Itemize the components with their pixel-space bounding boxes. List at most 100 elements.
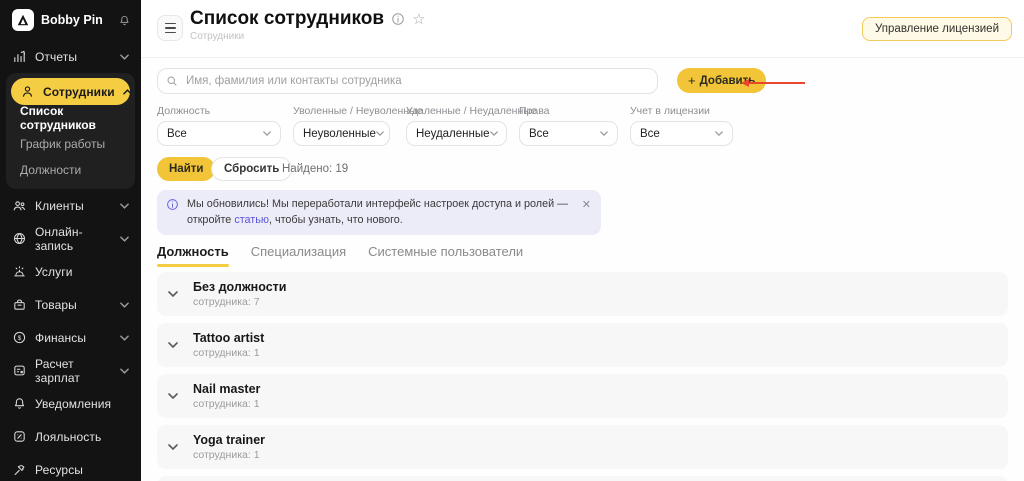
position-title: Yoga trainer [193,433,266,447]
package-icon [12,297,27,312]
sidebar-item-label: Сотрудники [43,84,115,99]
tab-system-users[interactable]: Системные пользователи [368,244,523,267]
filter-label: Уволенные / Неуволенные [293,105,423,117]
sidebar-item-finance[interactable]: $ Финансы [0,321,141,354]
brand-name: Bobby Pin [41,13,103,27]
sidebar-item-label: Услуги [35,264,73,279]
found-count: Найдено: 19 [282,163,349,175]
rights-select[interactable]: Все [519,121,618,146]
search-input[interactable] [157,68,658,94]
position-title: Tattoo artist [193,331,265,345]
chevron-down-icon [489,131,498,136]
chevron-down-icon [120,235,129,242]
sidebar-item-label: Отчеты [35,49,78,64]
filter-dismissed: Уволенные / Неуволенные Неуволенные [293,105,423,146]
info-icon [166,198,179,211]
chevron-down-icon [715,131,723,136]
brand-header: Bobby Pin [0,0,141,40]
calculator-icon [12,363,27,378]
update-banner: Мы обновились! Мы переработали интерфейс… [157,190,601,236]
deleted-select[interactable]: Неудаленные [406,121,507,146]
license-management-button[interactable]: Управление лицензией [862,17,1012,41]
bell-icon [12,396,27,411]
chevron-down-icon [263,131,271,136]
sidebar-item-loyalty[interactable]: Лояльность [0,420,141,453]
sidebar-bell-icon[interactable] [118,14,131,27]
filter-label: Учет в лицензии [630,105,710,117]
list-item-partial[interactable] [157,476,1008,481]
menu-toggle-button[interactable] [157,15,183,41]
find-button[interactable]: Найти [157,157,216,181]
reset-button[interactable]: Сбросить [211,157,293,181]
favorite-star-icon[interactable]: ☆ [412,12,425,27]
service-bell-icon [12,264,27,279]
sidebar-item-label: Товары [35,297,77,312]
filter-label: Удаленные / Неудаленные [406,105,537,117]
chevron-down-icon [168,393,178,399]
person-icon [20,84,35,99]
sidebar-item-label: Онлайн-запись [35,224,83,253]
sidebar-item-payroll[interactable]: Расчет зарплат [0,354,141,387]
chevron-down-icon [120,53,129,60]
sidebar-item-notifications[interactable]: Уведомления [0,387,141,420]
people-icon [12,198,27,213]
chevron-down-icon [600,131,608,136]
sidebar-item-services[interactable]: Услуги [0,255,141,288]
chevron-down-icon [120,367,129,374]
sidebar-item-label: Финансы [35,330,87,345]
filter-rights: Права Все [519,105,618,146]
chevron-down-icon [376,131,384,136]
chevron-down-icon [120,301,129,308]
sidebar-item-label: Ресурсы [35,462,84,477]
breadcrumb: Сотрудники [190,31,245,42]
dollar-coin-icon: $ [12,330,27,345]
tab-bar: Должность Специализация Системные пользо… [157,244,523,267]
plus-icon: + [688,73,696,88]
hammer-icon [12,462,27,477]
sidebar-item-label: Расчет зарплат [35,356,80,385]
list-item-tattoo-artist[interactable]: Tattoo artist сотрудника: 1 [157,323,1008,367]
list-item-no-position[interactable]: Без должности сотрудника: 7 [157,272,1008,316]
search-icon [166,75,178,87]
chevron-down-icon [168,444,178,450]
sidebar-item-label: Уведомления [35,396,112,411]
sidebar-item-employees[interactable]: Сотрудники [11,78,132,105]
banner-article-link[interactable]: статью [234,214,269,226]
page-title: Список сотрудников [190,8,385,29]
sidebar-group-employees: Сотрудники Список сотрудников График раб… [6,73,135,189]
sidebar-item-online-booking[interactable]: Онлайн-запись [0,222,141,255]
banner-close-icon[interactable]: ✕ [582,198,591,214]
app-window: Bobby Pin Отчеты Сотрудники Список сотру… [0,0,1024,481]
sidebar-item-resources[interactable]: Ресурсы [0,453,141,481]
percent-icon [12,429,27,444]
filter-label: Права [519,105,550,117]
chart-icon [12,49,27,64]
info-icon[interactable] [391,12,405,26]
tab-specialization[interactable]: Специализация [251,244,346,267]
page-header: Список сотрудников ☆ Сотрудники Управлен… [141,0,1024,58]
position-count: сотрудника: 1 [193,449,260,461]
list-item-nail-master[interactable]: Nail master сотрудника: 1 [157,374,1008,418]
sidebar-subitem-employee-list[interactable]: Список сотрудников [6,104,135,132]
sidebar: Bobby Pin Отчеты Сотрудники Список сотру… [0,0,141,481]
chevron-down-icon [168,291,178,297]
annotation-arrow-left-icon [741,79,805,87]
sidebar-item-clients[interactable]: Клиенты [0,189,141,222]
filter-deleted: Удаленные / Неудаленные Неудаленные [406,105,537,146]
sidebar-nav: Отчеты Сотрудники Список сотрудников Гра… [0,40,141,481]
sidebar-item-reports[interactable]: Отчеты [0,40,141,73]
position-select[interactable]: Все [157,121,281,146]
position-count: сотрудника: 1 [193,398,260,410]
sidebar-subitem-positions[interactable]: Должности [6,157,135,183]
license-select[interactable]: Все [630,121,733,146]
select-value: Неудаленные [416,127,490,140]
bobby-pin-logo-icon [12,9,34,31]
select-value: Все [167,127,187,140]
dismissed-select[interactable]: Неуволенные [293,121,390,146]
list-item-yoga-trainer[interactable]: Yoga trainer сотрудника: 1 [157,425,1008,469]
sidebar-item-products[interactable]: Товары [0,288,141,321]
sidebar-subitem-work-schedule[interactable]: График работы [6,131,135,157]
tab-position[interactable]: Должность [157,244,229,267]
chevron-down-icon [120,202,129,209]
sidebar-item-label: Клиенты [35,198,84,213]
